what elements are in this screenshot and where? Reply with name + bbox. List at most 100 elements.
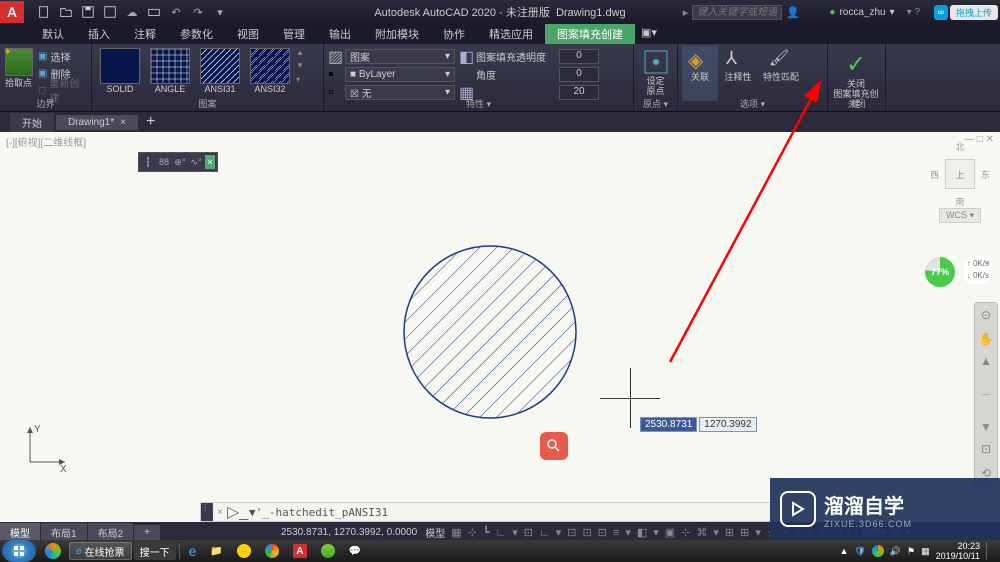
- tab-addins[interactable]: 附加模块: [363, 24, 431, 44]
- tab-parametric[interactable]: 参数化: [168, 24, 225, 44]
- task-search[interactable]: 搜一下: [134, 542, 176, 560]
- properties-label[interactable]: 特性 ▾: [324, 97, 633, 110]
- nav-top-face[interactable]: 上: [945, 159, 975, 189]
- undo-icon[interactable]: ↶: [168, 4, 184, 20]
- search-overlay-icon[interactable]: [540, 432, 568, 460]
- hatch-type-dropdown[interactable]: 图案▾: [345, 49, 455, 64]
- perf-close-icon[interactable]: ×: [985, 257, 990, 269]
- tab-layout1[interactable]: 布局1: [41, 523, 87, 542]
- transparency-input[interactable]: 0: [559, 49, 599, 64]
- nav-pan-icon[interactable]: ✋: [977, 330, 995, 348]
- nav-south[interactable]: 南: [930, 195, 990, 208]
- viewcube[interactable]: 北 西 上 东 南 WCS ▾: [930, 140, 990, 223]
- tab-hatch-creation[interactable]: 图案填充创建: [545, 24, 635, 44]
- cmd-close-icon[interactable]: ×: [213, 507, 227, 518]
- select-button[interactable]: ▣选择: [35, 48, 87, 64]
- wcs-label[interactable]: WCS ▾: [939, 208, 981, 223]
- tab-collab[interactable]: 协作: [431, 24, 477, 44]
- pattern-ansi31[interactable]: ANSI31: [196, 46, 244, 101]
- tab-output[interactable]: 输出: [317, 24, 363, 44]
- drawing-canvas[interactable]: [-][俯视][二维线框] — □ ✕ ┇ 88 ⊕° ∿° × 2530.87…: [0, 132, 1000, 522]
- share-button[interactable]: 拖拽上传: [950, 5, 998, 20]
- tab-expand-icon[interactable]: ▣▾: [635, 24, 663, 44]
- search-chevron-icon[interactable]: ▸: [683, 6, 689, 19]
- ft-icon-2[interactable]: 88: [157, 155, 171, 169]
- tab-model[interactable]: 模型: [0, 523, 40, 542]
- performance-meter[interactable]: 77%: [925, 257, 955, 287]
- tray-up-icon[interactable]: ▲: [839, 546, 848, 556]
- associative-button[interactable]: ◈ 关联: [682, 46, 718, 101]
- floating-toolbar[interactable]: ┇ 88 ⊕° ∿° ×: [138, 152, 218, 172]
- new-icon[interactable]: [36, 4, 52, 20]
- annotative-button[interactable]: ⅄ 注释性: [720, 46, 756, 101]
- app-logo[interactable]: A: [0, 1, 24, 23]
- pattern-scroll[interactable]: ▲ ▼ ▾: [296, 46, 308, 86]
- tray-lang-icon[interactable]: ▦: [921, 546, 930, 557]
- scroll-expand-icon[interactable]: ▾: [296, 75, 308, 84]
- task-autocad[interactable]: A: [287, 542, 313, 560]
- task-music[interactable]: [231, 542, 257, 560]
- options-label[interactable]: 选项 ▾: [678, 97, 827, 110]
- nav-zoom-extents-icon[interactable]: ⊡: [977, 440, 995, 458]
- tab-default[interactable]: 默认: [30, 24, 76, 44]
- recreate-button[interactable]: ◻重新创建: [35, 82, 87, 98]
- tray-clock[interactable]: 20:23 2019/10/11: [936, 541, 980, 561]
- tab-layout2[interactable]: 布局2: [88, 523, 134, 542]
- nav-zoom-slider[interactable]: ▲—▼: [977, 354, 995, 434]
- pattern-angle[interactable]: ANGLE: [146, 46, 194, 101]
- set-origin-button[interactable]: 设定原点: [638, 46, 673, 101]
- pattern-solid[interactable]: SOLID: [96, 46, 144, 101]
- plot-icon[interactable]: [146, 4, 162, 20]
- task-explorer[interactable]: 📁: [204, 542, 228, 560]
- tab-drawing1[interactable]: Drawing1* ×: [56, 115, 138, 130]
- layer-dropdown[interactable]: ■ ByLayer▾: [345, 67, 455, 82]
- nav-west[interactable]: 西: [930, 168, 939, 181]
- tab-featured[interactable]: 精选应用: [477, 24, 545, 44]
- open-icon[interactable]: [58, 4, 74, 20]
- tab-start[interactable]: 开始: [10, 113, 54, 132]
- tab-insert[interactable]: 插入: [76, 24, 122, 44]
- tab-manage[interactable]: 管理: [271, 24, 317, 44]
- coord-y-input[interactable]: 1270.3992: [699, 417, 756, 432]
- command-line[interactable]: ⋮⋮ × ▷_ ▼'_-hatchedit_pANSI31: [200, 502, 780, 522]
- tab-view[interactable]: 视图: [225, 24, 271, 44]
- ucs-icon[interactable]: Y X: [20, 422, 70, 472]
- tab-close-icon[interactable]: ×: [120, 117, 126, 128]
- status-model[interactable]: 模型: [425, 525, 445, 540]
- task-ie[interactable]: e: [183, 542, 203, 560]
- tab-new-icon[interactable]: +: [140, 113, 161, 131]
- task-chrome[interactable]: [259, 542, 285, 560]
- scroll-down-icon[interactable]: ▼: [296, 61, 308, 70]
- ft-close-icon[interactable]: ×: [205, 155, 215, 169]
- search-input[interactable]: [692, 5, 782, 20]
- cmd-text[interactable]: ▼'_-hatchedit_pANSI31: [245, 506, 779, 519]
- task-360[interactable]: [39, 542, 67, 560]
- coord-x-input[interactable]: 2530.8731: [640, 417, 697, 432]
- show-desktop[interactable]: [986, 542, 994, 560]
- save-icon[interactable]: [80, 4, 96, 20]
- pick-points-button[interactable]: ✦ 拾取点: [4, 46, 33, 101]
- ft-icon-3[interactable]: ⊕°: [173, 155, 187, 169]
- tray-flag-icon[interactable]: ⚑: [907, 546, 915, 557]
- cmd-grip[interactable]: ⋮⋮: [201, 503, 213, 521]
- task-ticket[interactable]: e在线抢票: [69, 542, 132, 560]
- tray-360-icon[interactable]: [872, 545, 884, 557]
- saveas-icon[interactable]: [102, 4, 118, 20]
- tab-annotate[interactable]: 注释: [122, 24, 168, 44]
- cloud-share-icon[interactable]: ∞: [934, 5, 948, 20]
- nav-north[interactable]: 北: [930, 140, 990, 153]
- start-button[interactable]: [2, 540, 36, 562]
- scroll-up-icon[interactable]: ▲: [296, 48, 308, 57]
- cloud-icon[interactable]: ☁: [124, 4, 140, 20]
- ft-icon-4[interactable]: ∿°: [189, 155, 203, 169]
- viewport-label[interactable]: [-][俯视][二维线框]: [6, 134, 86, 149]
- nav-wheel-icon[interactable]: ⊙: [977, 306, 995, 324]
- origin-label[interactable]: 原点 ▾: [634, 97, 677, 110]
- task-app2[interactable]: [315, 542, 341, 560]
- qat-dropdown-icon[interactable]: ▾: [212, 4, 228, 20]
- tab-layout-add[interactable]: +: [134, 525, 160, 540]
- hatched-circle[interactable]: [400, 242, 580, 422]
- pattern-ansi32[interactable]: ANSI32: [246, 46, 294, 101]
- help-icon[interactable]: ▾ ?: [907, 7, 920, 18]
- angle-input[interactable]: 0: [559, 67, 599, 82]
